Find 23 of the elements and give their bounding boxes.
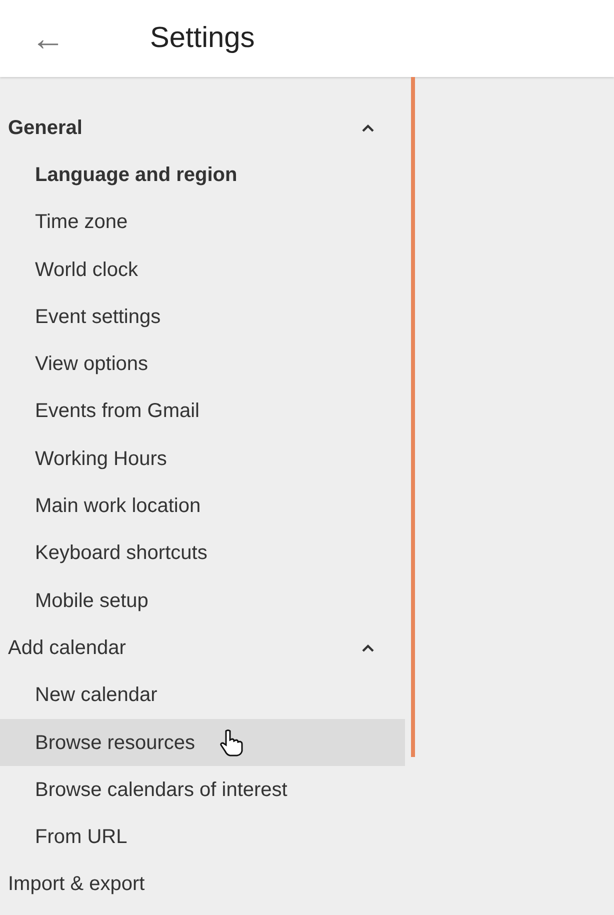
sidebar-item[interactable]: Events from Gmail bbox=[0, 388, 405, 436]
sidebar-item[interactable]: Event settings bbox=[0, 293, 405, 340]
sidebar-item[interactable]: From URL bbox=[0, 813, 405, 861]
sidebar-item[interactable]: Time zone bbox=[0, 198, 405, 246]
sidebar-item[interactable]: New calendar bbox=[0, 672, 405, 719]
section-header[interactable]: General bbox=[0, 104, 405, 152]
sidebar-item[interactable]: Main work location bbox=[0, 482, 405, 530]
sidebar-item[interactable]: Browse resources bbox=[0, 718, 405, 766]
section-header[interactable]: Add calendar bbox=[0, 624, 405, 672]
back-button[interactable]: ← bbox=[30, 22, 66, 56]
sidebar-item[interactable]: Language and region bbox=[0, 151, 405, 199]
sidebar-item[interactable]: Browse calendars of interest bbox=[0, 766, 405, 814]
sidebar-item[interactable]: World clock bbox=[0, 246, 405, 294]
page-title: Settings bbox=[150, 21, 255, 56]
chevron-up-icon[interactable] bbox=[361, 642, 375, 653]
sidebar-item[interactable]: View options bbox=[0, 340, 405, 388]
hand-cursor-icon bbox=[219, 728, 246, 756]
scrollbar-thumb[interactable] bbox=[411, 77, 415, 757]
section-header[interactable]: Import & export bbox=[0, 860, 405, 908]
sidebar-item[interactable]: Mobile setup bbox=[0, 576, 405, 624]
sidebar-item[interactable]: Working Hours bbox=[0, 435, 405, 482]
sidebar-item[interactable]: Keyboard shortcuts bbox=[0, 530, 405, 577]
chevron-up-icon[interactable] bbox=[361, 122, 375, 133]
